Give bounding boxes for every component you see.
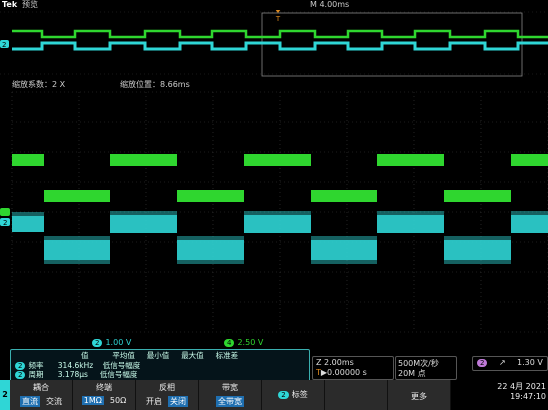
time-text: 19:47:10 [510,392,546,401]
trigger-position-icon [275,10,281,13]
date-text: 22 4月 2021 [497,382,546,391]
timebase-readout: M 4.00ms [310,0,350,9]
termination-1m-option[interactable]: 1MΩ [81,396,104,405]
meas-value: 3.178μs [57,370,88,379]
record-length: 20M 点 [398,369,426,378]
meas-value: 314.6kHz [57,361,94,370]
trigger-level: 1.30 V [517,358,543,367]
horizontal-position-line: T▶0.00000 s [316,368,367,377]
header-min: 最小值 [146,351,170,360]
invert-off-option[interactable]: 关闭 [168,396,188,407]
coupling-title: 耦合 [33,383,49,392]
invert-on-option[interactable]: 开启 [146,396,162,407]
channel-tab-label: 2 [2,390,8,399]
header-mean: 平均值 [112,351,135,360]
main-waveform-display[interactable]: 2 [0,90,548,345]
zoom-prefix: Z [316,358,322,367]
zoom-factor: 缩放系数：2 X [12,80,66,89]
ch2-chip: 2 [92,339,103,347]
ch4-scale-readout[interactable]: 4 2.50 V [224,338,263,347]
more-label: 更多 [411,392,427,401]
meas-note: 低信号幅度 [99,370,138,379]
overview-ch2-marker-label: 2 [2,41,6,49]
ch2-scale-readout[interactable]: 2 1.00 V [92,338,131,347]
blank-button-1[interactable] [325,380,388,410]
termination-button[interactable]: 终端 1MΩ 50Ω [73,380,136,410]
termination-title: 终端 [96,383,112,392]
ch4-chip: 4 [224,339,235,347]
channel-scale-bar: 2 1.00 V 4 2.50 V [0,337,548,347]
invert-title: 反相 [159,383,175,392]
horizontal-scale-line: Z 2.00ms [316,358,354,367]
more-button[interactable]: 更多 [388,380,451,410]
horizontal-position: ▶0.00000 s [320,368,367,377]
trigger-source-chip: 2 [477,359,488,367]
ch4-ground-marker[interactable] [0,208,10,216]
datetime-readout: 22 4月 2021 19:47:10 [486,382,546,408]
ch4-scale: 2.50 V [237,338,264,347]
zoom-position: 缩放位置：8.66ms [120,80,190,89]
measurement-row-period[interactable]: 2 周期 3.178μs 低信号幅度 [15,370,137,380]
trigger-readout-panel[interactable]: 2 ↗ 1.30 V [472,356,548,371]
header-stdev: 标准差 [215,351,239,360]
measurement-panel[interactable]: 值 平均值 最小值 最大值 标准差 2 频率 314.6kHz 低信号幅度 2 周期… [10,349,310,382]
meas-name: 频率 [28,361,44,370]
overview-waveform-display[interactable]: T 2 [0,10,548,78]
coupling-dc-option[interactable]: 直流 [20,396,40,407]
meas-chip: 2 [15,371,26,379]
trigger-t-marker: T [275,15,281,23]
horizontal-scale: 2.00ms [324,358,354,367]
overview-ch2-trace [12,41,548,51]
coupling-ac-option[interactable]: 交流 [46,396,62,407]
bandwidth-button[interactable]: 带宽 全带宽 [199,380,262,410]
invert-button[interactable]: 反相 开启 关闭 [136,380,199,410]
measurement-headers: 值 平均值 最小值 最大值 标准差 [81,351,238,361]
top-status-bar: Tek 预览 M 4.00ms [0,0,548,10]
overview-ch4-trace [12,29,548,39]
bandwidth-title: 带宽 [222,383,238,392]
trigger-slope-icon: ↗ [499,358,506,367]
ch2-scale: 1.00 V [105,338,132,347]
zoom-info-bar: 缩放系数：2 X 缩放位置：8.66ms [0,78,548,90]
label-title: 标签 [291,390,308,399]
coupling-button[interactable]: 耦合 直流 交流 [10,380,73,410]
header-value: 值 [81,351,89,360]
label-chip: 2 [278,391,289,399]
acquisition-mode: 预览 [22,0,38,9]
ch2-ground-marker-label: 2 [3,219,7,227]
label-button[interactable]: 2 标签 [262,380,325,410]
meas-chip: 2 [15,362,26,370]
horizontal-readout-panel[interactable]: Z 2.00ms T▶0.00000 s [312,356,394,380]
ch4-trace [12,154,548,202]
termination-50-option[interactable]: 50Ω [110,396,126,405]
meas-note: 低信号幅度 [102,361,141,370]
acquisition-readout-panel[interactable]: 500M次/秒 20M 点 [395,356,457,380]
header-max: 最大值 [181,351,204,360]
bandwidth-value: 全带宽 [216,396,244,407]
brand-logo: Tek [2,0,18,9]
meas-name: 周期 [28,370,44,379]
